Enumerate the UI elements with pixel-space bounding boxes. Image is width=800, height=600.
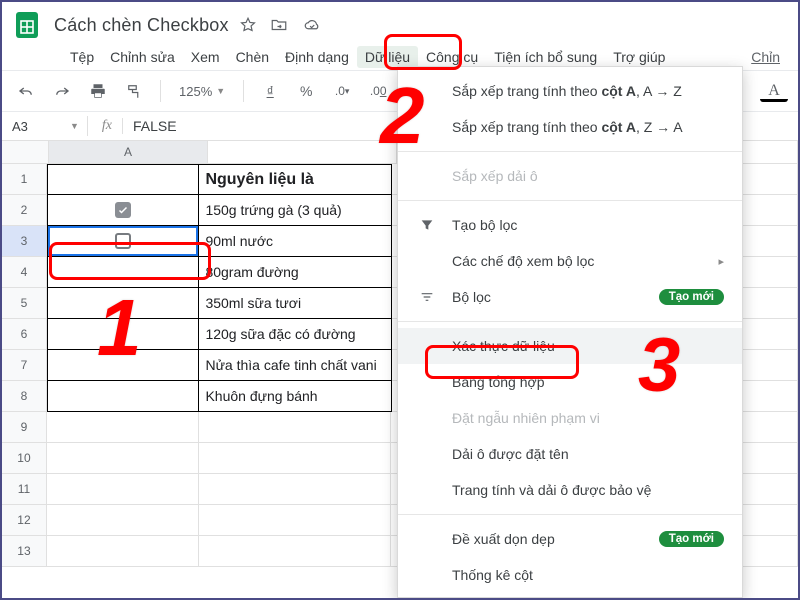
- data-menu-dropdown: Sắp xếp trang tính theo cột A, A → Z Sắp…: [397, 66, 743, 598]
- menu-insert[interactable]: Chèn: [228, 46, 277, 68]
- dd-cleanup[interactable]: Đề xuất dọn dẹp Tạo mới: [398, 521, 742, 557]
- dd-sort-az[interactable]: Sắp xếp trang tính theo cột A, A → Z: [398, 73, 742, 109]
- cloud-status-icon[interactable]: [301, 16, 323, 34]
- row-header[interactable]: 8: [2, 381, 47, 412]
- column-header-A[interactable]: A: [49, 141, 208, 163]
- zoom-select[interactable]: 125%▼: [173, 84, 231, 99]
- dd-filter-views[interactable]: Các chế độ xem bộ lọc ▸: [398, 243, 742, 279]
- undo-icon[interactable]: [12, 78, 40, 104]
- print-icon[interactable]: [84, 78, 112, 104]
- row-header[interactable]: 13: [2, 536, 47, 567]
- fx-label: fx: [88, 118, 122, 134]
- row-header[interactable]: 3: [2, 226, 47, 257]
- row-header[interactable]: 4: [2, 257, 47, 288]
- increase-decimal-button[interactable]: .00: [364, 80, 392, 102]
- row-header[interactable]: 6: [2, 319, 47, 350]
- menu-file[interactable]: Tệp: [62, 46, 102, 68]
- cell[interactable]: [47, 381, 200, 412]
- move-folder-icon[interactable]: [269, 16, 289, 34]
- cell[interactable]: 90ml nước: [199, 226, 391, 257]
- name-box-dropdown-icon[interactable]: ▼: [70, 121, 87, 131]
- cell[interactable]: [47, 257, 200, 288]
- dd-protected[interactable]: Trang tính và dải ô được bảo vệ: [398, 472, 742, 508]
- menu-edit[interactable]: Chỉnh sửa: [102, 46, 183, 68]
- column-header-B[interactable]: [208, 141, 397, 163]
- cell[interactable]: [47, 195, 200, 226]
- paint-format-icon[interactable]: [120, 78, 148, 104]
- checkbox-checked-icon[interactable]: [115, 202, 131, 218]
- new-badge: Tạo mới: [659, 289, 724, 305]
- title-bar: Cách chèn Checkbox: [2, 2, 798, 44]
- row-header[interactable]: 9: [2, 412, 47, 443]
- new-badge: Tạo mới: [659, 531, 724, 547]
- cell[interactable]: [199, 536, 391, 567]
- star-icon[interactable]: [239, 16, 257, 34]
- menu-help[interactable]: Trợ giúp: [605, 46, 673, 68]
- menu-view[interactable]: Xem: [183, 46, 228, 68]
- cell[interactable]: [47, 226, 200, 257]
- row-header[interactable]: 10: [2, 443, 47, 474]
- format-percent-button[interactable]: %: [292, 79, 320, 103]
- text-color-icon[interactable]: A: [760, 80, 788, 102]
- cell[interactable]: [47, 288, 200, 319]
- cell[interactable]: [47, 474, 199, 505]
- cell[interactable]: 150g trứng gà (3 quả): [199, 195, 391, 226]
- cell[interactable]: Khuôn đựng bánh: [199, 381, 391, 412]
- cell[interactable]: [47, 443, 199, 474]
- menu-data[interactable]: Dữ liệu: [357, 46, 418, 68]
- row-header[interactable]: 12: [2, 505, 47, 536]
- cell[interactable]: [199, 474, 391, 505]
- filter-icon: [416, 217, 438, 233]
- dd-col-stats[interactable]: Thống kê cột: [398, 557, 742, 587]
- cell[interactable]: [47, 505, 199, 536]
- formula-input[interactable]: FALSE: [123, 118, 177, 134]
- cell[interactable]: [47, 536, 199, 567]
- dd-create-filter[interactable]: Tạo bộ lọc: [398, 207, 742, 243]
- sheets-logo-icon[interactable]: [12, 10, 42, 40]
- dd-randomize: Đặt ngẫu nhiên phạm vi: [398, 400, 742, 436]
- cell[interactable]: [199, 412, 391, 443]
- cell[interactable]: [47, 164, 200, 195]
- menu-format[interactable]: Định dạng: [277, 46, 357, 68]
- slicer-icon: [416, 289, 438, 305]
- menu-addons[interactable]: Tiện ích bổ sung: [486, 46, 605, 68]
- column-header-D[interactable]: [737, 141, 798, 163]
- row-header[interactable]: 5: [2, 288, 47, 319]
- row-header[interactable]: 2: [2, 195, 47, 226]
- row-header[interactable]: 11: [2, 474, 47, 505]
- dd-named-ranges[interactable]: Dải ô được đặt tên: [398, 436, 742, 472]
- redo-icon[interactable]: [48, 78, 76, 104]
- cell[interactable]: 80gram đường: [199, 257, 391, 288]
- cell[interactable]: [47, 319, 200, 350]
- submenu-arrow-icon: ▸: [718, 255, 724, 268]
- cell[interactable]: [47, 350, 200, 381]
- document-title[interactable]: Cách chèn Checkbox: [54, 15, 229, 36]
- checkbox-unchecked-icon[interactable]: [115, 233, 131, 249]
- cell[interactable]: 120g sữa đặc có đường: [199, 319, 391, 350]
- dd-data-validation[interactable]: Xác thực dữ liệu: [398, 328, 742, 364]
- cell[interactable]: Nửa thìa cafe tinh chất vani: [199, 350, 391, 381]
- format-currency-button[interactable]: ₫: [256, 79, 284, 103]
- row-header[interactable]: 7: [2, 350, 47, 381]
- decrease-decimal-button[interactable]: .0▾: [328, 80, 356, 102]
- last-edit-link[interactable]: Chỉn: [751, 49, 784, 65]
- cell[interactable]: [199, 505, 391, 536]
- dd-pivot-table[interactable]: Bảng tổng hợp: [398, 364, 742, 400]
- cell[interactable]: [47, 412, 199, 443]
- name-box[interactable]: A3: [2, 119, 70, 134]
- menu-tools[interactable]: Công cụ: [418, 46, 486, 68]
- cell[interactable]: 350ml sữa tươi: [199, 288, 391, 319]
- dd-sort-za[interactable]: Sắp xếp trang tính theo cột A, Z → A: [398, 109, 742, 145]
- cell[interactable]: [199, 443, 391, 474]
- cell[interactable]: Nguyên liệu là: [199, 164, 391, 195]
- row-header[interactable]: 1: [2, 164, 47, 195]
- dd-sort-range: Sắp xếp dải ô: [398, 158, 742, 194]
- select-all-corner[interactable]: [2, 141, 49, 163]
- dd-slicer[interactable]: Bộ lọc Tạo mới: [398, 279, 742, 315]
